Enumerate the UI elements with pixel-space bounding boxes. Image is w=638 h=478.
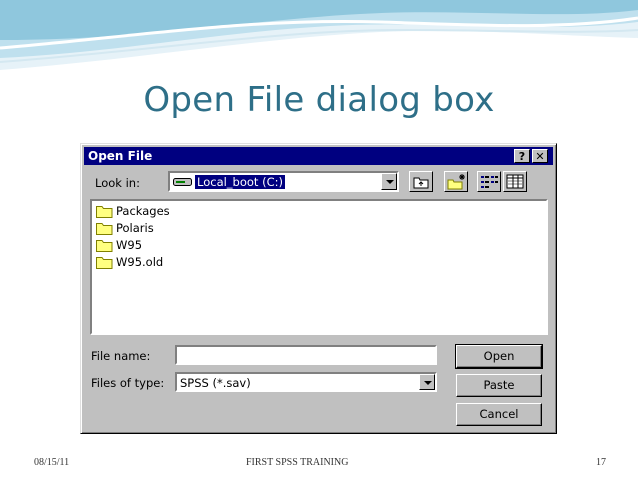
up-one-level-button[interactable] [409, 171, 433, 192]
new-folder-icon [447, 174, 465, 190]
dialog-title: Open File [88, 149, 153, 163]
list-view-button[interactable] [477, 171, 501, 192]
close-button[interactable]: ✕ [532, 149, 548, 163]
folder-icon [96, 240, 113, 252]
folder-icon [96, 206, 113, 218]
file-name: Packages [116, 204, 170, 218]
footer-center-text: FIRST SPSS TRAINING [246, 457, 349, 468]
dialog-titlebar[interactable]: Open File ? ✕ [84, 147, 553, 165]
open-file-dialog: Open File ? ✕ Look in: Local_boot (C:) P… [80, 143, 557, 434]
file-name-label: File name: [91, 349, 151, 363]
look-in-label: Look in: [95, 176, 140, 190]
list-view-icon [481, 176, 498, 188]
page-number: 17 [596, 457, 606, 468]
folder-icon [96, 223, 113, 235]
file-list[interactable]: Packages Polaris W95 W95.old [90, 199, 548, 335]
help-button[interactable]: ? [514, 149, 530, 163]
details-view-button[interactable] [503, 171, 527, 192]
cancel-button[interactable]: Cancel [456, 403, 542, 426]
look-in-dropdown[interactable]: Local_boot (C:) [168, 171, 399, 192]
look-in-dropdown-arrow[interactable] [381, 173, 397, 190]
files-of-type-value: SPSS (*.sav) [180, 376, 251, 390]
details-view-icon [506, 174, 524, 189]
file-name: W95 [116, 238, 143, 252]
header-wave-decoration [0, 0, 638, 70]
slide-title: Open File dialog box [143, 80, 495, 120]
files-of-type-dropdown[interactable]: SPSS (*.sav) [175, 372, 437, 392]
look-in-value: Local_boot (C:) [195, 175, 285, 189]
up-folder-icon [413, 177, 429, 189]
files-of-type-dropdown-arrow[interactable] [419, 374, 435, 390]
file-name-input[interactable] [175, 345, 437, 365]
create-new-folder-button[interactable] [444, 171, 468, 192]
footer-date: 08/15/11 [34, 457, 70, 468]
paste-button[interactable]: Paste [456, 374, 542, 397]
drive-icon [173, 178, 192, 186]
files-of-type-label: Files of type: [91, 376, 165, 390]
file-name: W95.old [116, 255, 164, 269]
folder-icon [96, 257, 113, 269]
file-name: Polaris [116, 221, 154, 235]
open-button[interactable]: Open [455, 344, 543, 369]
